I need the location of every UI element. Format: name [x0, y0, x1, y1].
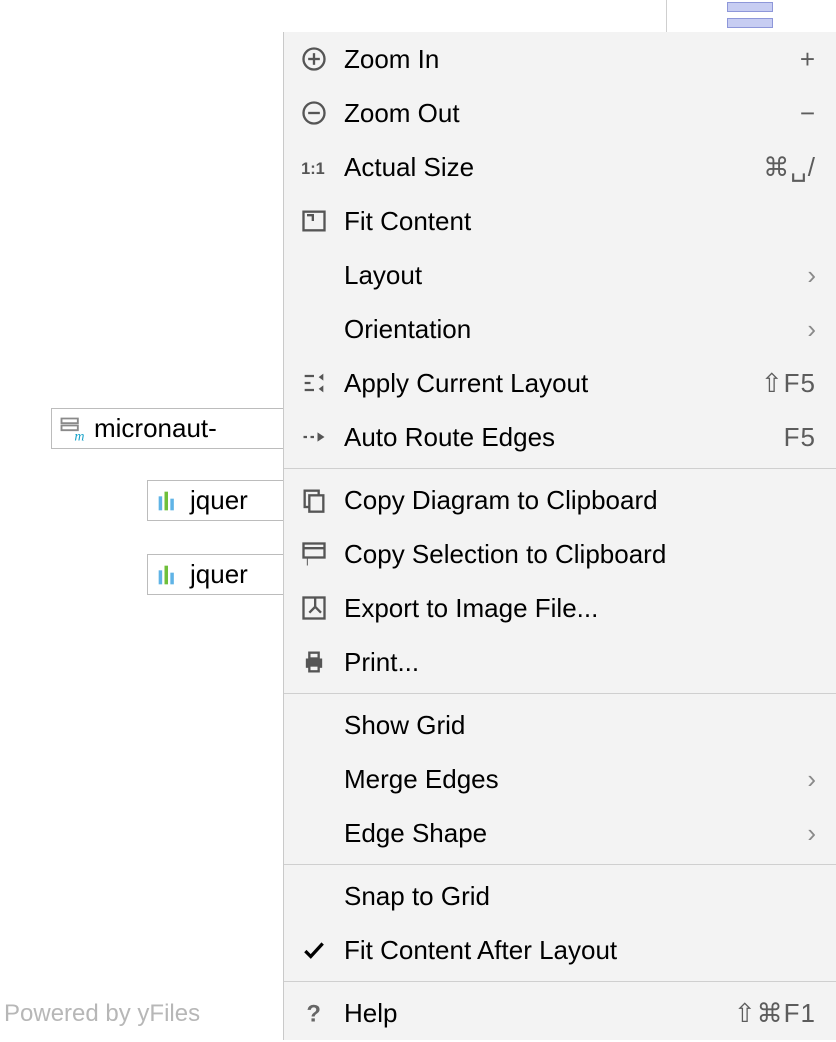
copy-selection-icon: I — [296, 536, 332, 572]
blank-icon — [296, 761, 332, 797]
blank-icon — [296, 257, 332, 293]
route-icon — [296, 419, 332, 455]
question-icon: ? — [296, 995, 332, 1031]
menu-label: Zoom Out — [344, 98, 800, 129]
menu-separator — [284, 864, 836, 865]
menu-print[interactable]: Print... — [284, 635, 836, 689]
menu-label: Orientation — [344, 314, 807, 345]
blank-icon — [296, 878, 332, 914]
menu-actual-size[interactable]: 1:1 Actual Size ⌘␣/ — [284, 140, 836, 194]
menu-copy-selection[interactable]: I Copy Selection to Clipboard — [284, 527, 836, 581]
diagram-node-label: jquer — [190, 485, 248, 516]
minimap-fragment — [666, 0, 836, 32]
menu-separator — [284, 693, 836, 694]
menu-shortcut: ⇧⌘F1 — [734, 998, 816, 1029]
blank-icon — [296, 815, 332, 851]
diagram-node-label: micronaut- — [94, 413, 217, 444]
chevron-right-icon: › — [807, 260, 816, 291]
menu-shortcut: ⌘␣/ — [763, 152, 816, 183]
menu-merge-edges[interactable]: Merge Edges › — [284, 752, 836, 806]
menu-label: Apply Current Layout — [344, 368, 761, 399]
menu-label: Print... — [344, 647, 816, 678]
menu-label: Snap to Grid — [344, 881, 816, 912]
menu-orientation[interactable]: Orientation › — [284, 302, 836, 356]
menu-layout[interactable]: Layout › — [284, 248, 836, 302]
menu-separator — [284, 981, 836, 982]
menu-zoom-out[interactable]: Zoom Out − — [284, 86, 836, 140]
menu-label: Edge Shape — [344, 818, 807, 849]
fit-rect-icon — [296, 203, 332, 239]
menu-label: Merge Edges — [344, 764, 807, 795]
menu-auto-route[interactable]: Auto Route Edges F5 — [284, 410, 836, 464]
menu-label: Show Grid — [344, 710, 816, 741]
context-menu: Zoom In + Zoom Out − 1:1 Actual Size ⌘␣/… — [283, 32, 836, 1040]
blank-icon — [296, 311, 332, 347]
menu-label: Auto Route Edges — [344, 422, 784, 453]
diagram-node[interactable]: m micronaut- — [51, 408, 311, 449]
svg-text:m: m — [74, 429, 84, 442]
chevron-right-icon: › — [807, 764, 816, 795]
chevron-right-icon: › — [807, 818, 816, 849]
menu-fit-after-layout[interactable]: Fit Content After Layout — [284, 923, 836, 977]
diagram-node-label: jquer — [190, 559, 248, 590]
export-icon — [296, 590, 332, 626]
svg-text:I: I — [306, 557, 309, 568]
menu-edge-shape[interactable]: Edge Shape › — [284, 806, 836, 860]
menu-snap-to-grid[interactable]: Snap to Grid — [284, 869, 836, 923]
library-icon — [154, 487, 182, 515]
menu-label: Fit Content After Layout — [344, 935, 816, 966]
apply-layout-icon — [296, 365, 332, 401]
module-icon: m — [58, 415, 86, 443]
menu-apply-layout[interactable]: Apply Current Layout ⇧F5 — [284, 356, 836, 410]
menu-copy-diagram[interactable]: Copy Diagram to Clipboard — [284, 473, 836, 527]
menu-label: Help — [344, 998, 734, 1029]
menu-label: Layout — [344, 260, 807, 291]
menu-fit-content[interactable]: Fit Content — [284, 194, 836, 248]
minus-circle-icon — [296, 95, 332, 131]
menu-label: Actual Size — [344, 152, 763, 183]
menu-label: Copy Selection to Clipboard — [344, 539, 816, 570]
watermark: Powered by yFiles — [0, 1000, 200, 1028]
blank-icon — [296, 707, 332, 743]
menu-separator — [284, 468, 836, 469]
svg-text:?: ? — [306, 1001, 321, 1026]
menu-shortcut: + — [800, 44, 816, 75]
library-icon — [154, 561, 182, 589]
menu-zoom-in[interactable]: Zoom In + — [284, 32, 836, 86]
menu-shortcut: − — [800, 98, 816, 129]
checkmark-icon — [296, 932, 332, 968]
menu-label: Export to Image File... — [344, 593, 816, 624]
copy-icon — [296, 482, 332, 518]
menu-show-grid[interactable]: Show Grid — [284, 698, 836, 752]
menu-help[interactable]: ? Help ⇧⌘F1 — [284, 986, 836, 1040]
menu-label: Copy Diagram to Clipboard — [344, 485, 816, 516]
menu-label: Fit Content — [344, 206, 816, 237]
menu-label: Zoom In — [344, 44, 800, 75]
plus-circle-icon — [296, 41, 332, 77]
chevron-right-icon: › — [807, 314, 816, 345]
one-to-one-icon: 1:1 — [296, 149, 332, 185]
menu-shortcut: ⇧F5 — [761, 368, 816, 399]
menu-shortcut: F5 — [784, 422, 816, 453]
svg-text:1:1: 1:1 — [301, 160, 325, 178]
print-icon — [296, 644, 332, 680]
menu-export-image[interactable]: Export to Image File... — [284, 581, 836, 635]
